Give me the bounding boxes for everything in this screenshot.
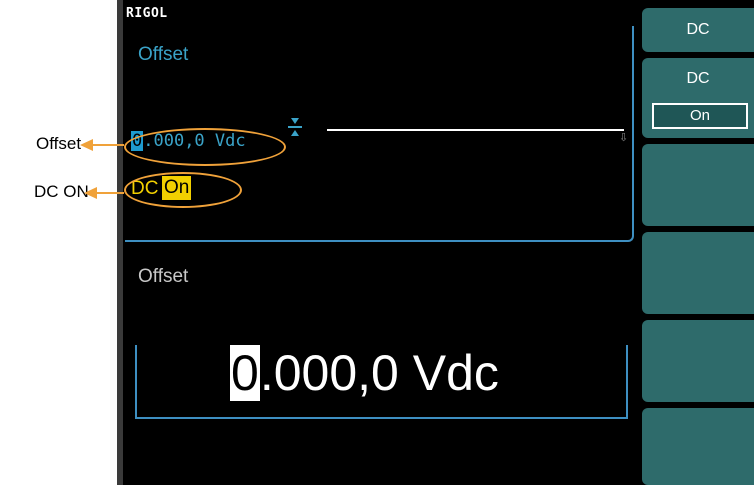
panel-title: Offset [138, 44, 189, 65]
softkey-5[interactable] [642, 320, 754, 402]
softkey-dc-toggle-label: DC [686, 70, 710, 87]
waveform-dc-line [327, 129, 624, 131]
entry-value-rest: .000,0 Vdc [259, 345, 499, 401]
waveform-end-marker-icon: ⇩ [619, 132, 629, 144]
offset-callout-ellipse [124, 128, 286, 166]
entry-cursor-digit: 0 [230, 345, 260, 401]
screen-bezel [117, 0, 123, 485]
offset-marker-icon [288, 117, 302, 142]
softkey-dc-option-on: On [652, 103, 748, 129]
softkey-6[interactable] [642, 408, 754, 485]
softkey-dc-toggle[interactable]: DC On [642, 58, 754, 138]
offset-annotation-label: Offset [36, 134, 82, 153]
lower-panel-title: Offset [138, 266, 189, 287]
dc-on-annotation-arrow [84, 187, 124, 199]
brand-logo: RIGOL [126, 6, 168, 21]
dc-on-callout-ellipse [124, 172, 242, 208]
softkey-dc-menu[interactable]: DC [642, 8, 754, 52]
softkey-dc-menu-label: DC [686, 21, 710, 38]
softkey-3[interactable] [642, 144, 754, 226]
softkey-4[interactable] [642, 232, 754, 314]
dc-on-annotation-label: DC ON [34, 182, 89, 201]
offset-annotation-arrow [80, 139, 124, 151]
offset-entry-value[interactable]: 0.000,0 Vdc [230, 344, 499, 402]
